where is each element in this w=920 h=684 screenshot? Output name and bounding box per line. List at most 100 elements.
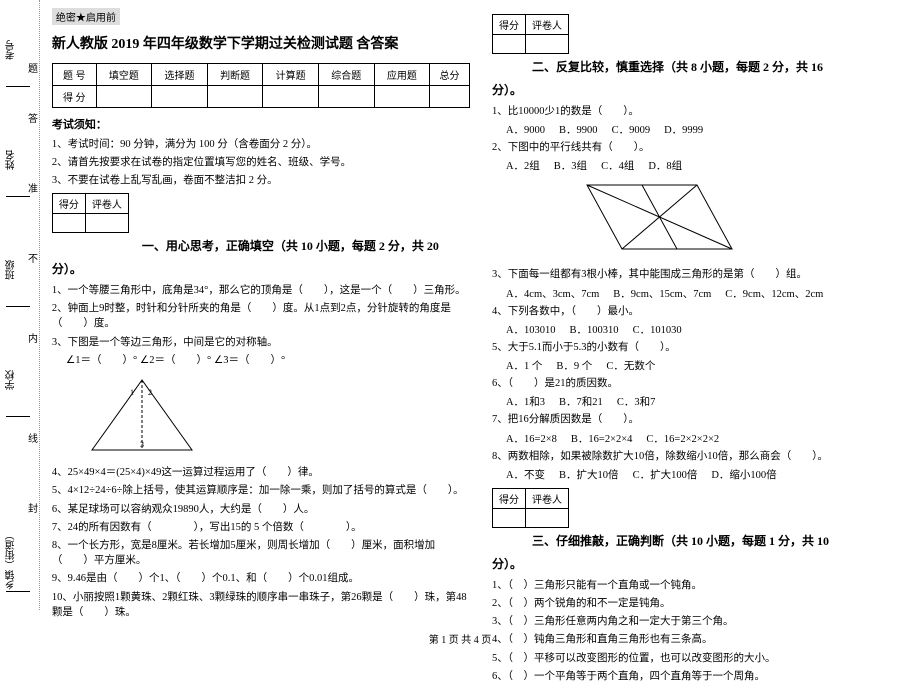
opt: C．4组 (601, 161, 634, 172)
th: 判断题 (207, 64, 263, 86)
section-3-sub: 分）。 (492, 555, 910, 572)
table-row: 得 分 (52, 86, 469, 108)
notice-item: 1、考试时间：90 分钟，满分为 100 分（含卷面分 2 分）。 (52, 136, 470, 151)
score-cell[interactable] (492, 508, 525, 527)
svg-text:2: 2 (148, 388, 152, 397)
opt: B．扩大10倍 (559, 470, 619, 481)
q2-8: 8、两数相除，如果被除数扩大10倍，除数缩小10倍，那么商会（ ）。 (492, 449, 910, 464)
section-3-title: 三、仔细推敲，正确判断（共 10 小题，每题 1 分，共 10 (532, 532, 910, 549)
td[interactable] (318, 86, 374, 108)
gutter-label: 姓名 (4, 150, 19, 170)
opt: A．1和3 (506, 397, 545, 408)
opt: B．16=2×2×4 (571, 434, 633, 445)
th: 题 号 (52, 64, 96, 86)
opt: C．扩大100倍 (633, 470, 698, 481)
score-label: 得分 (492, 488, 525, 508)
opt: B．9cm、15cm、7cm (613, 289, 711, 300)
left-column: 绝密★启用前 新人教版 2019 年四年级数学下学期过关检测试题 含答案 题 号… (40, 0, 480, 610)
th: 应用题 (374, 64, 430, 86)
q2-4: 4、下列各数中，（ ）最小。 (492, 304, 910, 319)
q2-5: 5、大于5.1而小于5.3的小数有（ ）。 (492, 340, 910, 355)
q1-10: 10、小丽按照1颗黄珠、2颗红珠、3颗绿珠的顺序串一串珠子，第26颗是（ ）珠，… (52, 590, 470, 620)
gutter-line (6, 590, 30, 592)
q2-1: 1、比10000少1的数是（ ）。 (492, 104, 910, 119)
score-label: 得分 (492, 15, 525, 35)
q1-3b: ∠1＝（ ）° ∠2＝（ ）° ∠3＝（ ）° (66, 353, 470, 368)
q1-5: 5、4×12÷24÷6÷除上括号，使其运算顺序是：加一除一乘，则加了括号的算式是… (52, 483, 470, 498)
gutter-mark: 封 (28, 500, 38, 515)
notice-item: 3、不要在试卷上乱写乱画，卷面不整洁扣 2 分。 (52, 172, 470, 187)
q2-3-opts: A．4cm、3cm、7cmB．9cm、15cm、7cmC．9cm、12cm、2c… (506, 286, 910, 301)
td[interactable] (430, 86, 470, 108)
td[interactable] (96, 86, 152, 108)
gutter-mark: 准 (28, 180, 38, 195)
opt: C．9cm、12cm、2cm (725, 289, 823, 300)
td[interactable] (207, 86, 263, 108)
q1-8: 8、一个长方形，宽是8厘米。若长增加5厘米，则周长增加（ ）厘米，面积增加（ ）… (52, 538, 470, 568)
opt: B．3组 (554, 161, 587, 172)
opt: A．103010 (506, 325, 556, 336)
binding-gutter: 考号 题 答 姓名 准 不 班级 内 学校 线 封 乡镇（街道） (0, 0, 40, 610)
section-score-box: 得分评卷人 (52, 193, 129, 233)
th: 综合题 (318, 64, 374, 86)
grader-cell[interactable] (525, 35, 568, 54)
gutter-line (6, 305, 30, 307)
exam-title: 新人教版 2019 年四年级数学下学期过关检测试题 含答案 (52, 33, 470, 53)
opt: C．3和7 (617, 397, 656, 408)
opt: D．8组 (648, 161, 682, 172)
gutter-mark: 内 (28, 330, 38, 345)
section-2-sub: 分）。 (492, 81, 910, 98)
gutter-line (6, 195, 30, 197)
opt: A．1 个 (506, 361, 542, 372)
q2-2: 2、下图中的平行线共有（ ）。 (492, 140, 910, 155)
gutter-label: 考号 (4, 40, 19, 60)
opt: C．101030 (633, 325, 682, 336)
th: 计算题 (263, 64, 319, 86)
gutter-line (6, 415, 30, 417)
q3-1: 1、（ ）三角形只能有一个直角或一个钝角。 (492, 578, 910, 593)
opt: C．无数个 (606, 361, 655, 372)
opt: A．9000 (506, 125, 545, 136)
q2-5-opts: A．1 个 B．9 个 C．无数个 (506, 358, 910, 373)
gutter-label: 学校 (4, 370, 19, 390)
td[interactable] (263, 86, 319, 108)
opt: A．2组 (506, 161, 540, 172)
td[interactable] (152, 86, 208, 108)
score-cell[interactable] (52, 214, 85, 233)
gutter-mark: 不 (28, 250, 38, 265)
q2-2-opts: A．2组 B．3组 C．4组 D．8组 (506, 158, 910, 173)
th: 选择题 (152, 64, 208, 86)
q2-6-opts: A．1和3 B．7和21 C．3和7 (506, 394, 910, 409)
th: 填空题 (96, 64, 152, 86)
q2-7: 7、把16分解质因数是（ ）。 (492, 412, 910, 427)
score-cell[interactable] (492, 35, 525, 54)
page-footer: 第 1 页 共 4 页 (0, 631, 920, 646)
triangle-figure: 12 3 (82, 375, 202, 455)
gutter-mark: 题 (28, 60, 38, 75)
section-1-title: 一、用心思考，正确填空（共 10 小题，每题 2 分，共 20 (142, 237, 470, 254)
gutter-mark: 答 (28, 110, 38, 125)
gutter-label: 乡镇（街道） (4, 530, 19, 590)
grader-cell[interactable] (525, 508, 568, 527)
q1-3: 3、下图是一个等边三角形，中间是它的对称轴。 (52, 335, 470, 350)
table-row: 题 号 填空题 选择题 判断题 计算题 综合题 应用题 总分 (52, 64, 469, 86)
grader-cell[interactable] (85, 214, 128, 233)
q2-3: 3、下面每一组都有3根小棒，其中能围成三角形的是第（ ）组。 (492, 267, 910, 282)
q2-4-opts: A．103010 B．100310 C．101030 (506, 322, 910, 337)
gutter-line (6, 85, 30, 87)
section-score-box: 得分评卷人 (492, 488, 569, 528)
opt: A．16=2×8 (506, 434, 557, 445)
opt: B．7和21 (559, 397, 603, 408)
td[interactable] (374, 86, 430, 108)
gutter-label: 班级 (4, 260, 19, 280)
opt: B．9 个 (556, 361, 592, 372)
opt: B．100310 (570, 325, 619, 336)
q1-2: 2、钟面上9时整，时针和分针所夹的角是（ ）度。从1点到2点，分针旋转的角度是（… (52, 301, 470, 331)
notice-item: 2、请首先按要求在试卷的指定位置填写您的姓名、班级、学号。 (52, 154, 470, 169)
q2-1-opts: A．9000B．9900C．9009D．9999 (506, 122, 910, 137)
section-2-title: 二、反复比较，慎重选择（共 8 小题，每题 2 分，共 16 (532, 58, 910, 75)
q2-6: 6、（ ）是21的质因数。 (492, 376, 910, 391)
q3-6: 6、（ ）一个平角等于两个直角，四个直角等于一个周角。 (492, 669, 910, 684)
section-1-sub: 分）。 (52, 260, 470, 277)
opt: C．16=2×2×2×2 (646, 434, 719, 445)
